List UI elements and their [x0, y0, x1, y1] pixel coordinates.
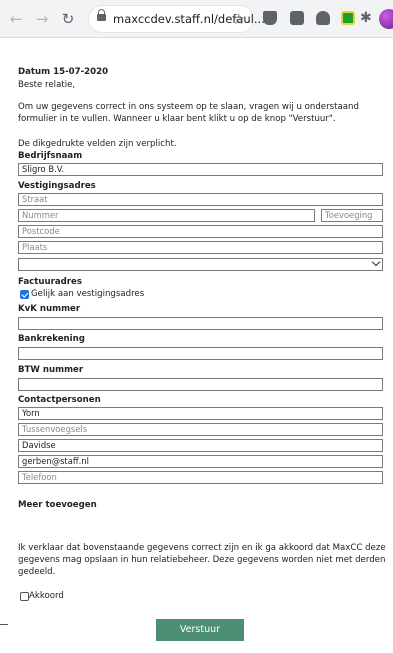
phone-field[interactable]: Telefoon — [18, 471, 383, 484]
submit-button[interactable]: Verstuur — [156, 619, 244, 641]
company-label: Bedrijfsnaam — [18, 151, 83, 161]
required-note: De dikgedrukte velden zijn verplicht. — [18, 139, 177, 149]
vat-number-field[interactable] — [18, 378, 383, 391]
intro-text-line1: Om uw gegevens correct in ons systeem op… — [18, 102, 359, 112]
contacts-label: Contactpersonen — [18, 395, 101, 405]
same-address-checkbox[interactable] — [20, 290, 29, 299]
invoice-label: Factuuradres — [18, 277, 82, 287]
consent-text-line2: gegevens mag opslaan in hun relatiebehee… — [18, 555, 386, 565]
email-field[interactable]: gerben@staff.nl — [18, 455, 383, 468]
city-field[interactable]: Plaats — [18, 241, 383, 254]
puzzle-extensions-icon[interactable]: ✱ — [360, 10, 374, 26]
extension-icon[interactable] — [316, 11, 330, 25]
bank-account-field[interactable] — [18, 347, 383, 360]
agree-checkbox[interactable] — [20, 592, 29, 601]
address-bar[interactable]: maxccdev.staff.nl/defaul... — [88, 5, 265, 33]
add-more-link[interactable]: Meer toevoegen — [18, 500, 97, 511]
kvk-field[interactable] — [18, 317, 383, 330]
agree-label: Akkoord — [29, 591, 64, 601]
bookmark-star-icon[interactable]: ☆ — [232, 9, 245, 29]
forward-arrow-icon[interactable]: → — [32, 9, 52, 29]
same-address-label: Gelijk aan vestigingsadres — [31, 289, 145, 299]
extension-icon[interactable] — [341, 11, 355, 25]
country-select[interactable] — [18, 258, 383, 271]
chevron-down-icon — [371, 259, 381, 267]
profile-avatar[interactable] — [379, 9, 393, 29]
reload-icon[interactable]: ↻ — [58, 9, 78, 29]
company-name-field[interactable]: Sligro B.V. — [18, 163, 383, 176]
browser-toolbar: ← → ↻ maxccdev.staff.nl/defaul... ☆ ✱ — [0, 0, 393, 38]
lock-icon — [97, 9, 106, 21]
date-line: Datum 15-07-2020 — [18, 67, 109, 77]
number-field[interactable]: Nummer — [18, 209, 315, 222]
postcode-field[interactable]: Postcode — [18, 225, 383, 238]
addition-field[interactable]: Toevoeging — [321, 209, 383, 222]
kvk-label: KvK nummer — [18, 304, 81, 314]
first-name-field[interactable]: Yorn — [18, 407, 383, 420]
back-arrow-icon[interactable]: ← — [6, 9, 26, 29]
consent-text-line1: Ik verklaar dat bovenstaande gegevens co… — [18, 543, 386, 553]
vat-label: BTW nummer — [18, 365, 84, 375]
consent-text-line3: gedeeld. — [18, 567, 56, 577]
extension-icon[interactable] — [290, 11, 304, 25]
bank-label: Bankrekening — [18, 334, 85, 344]
divider — [0, 624, 8, 625]
street-field[interactable]: Straat — [18, 193, 383, 206]
greeting: Beste relatie, — [18, 80, 76, 90]
intro-text-line2: formulier in te vullen. Wanneer u klaar … — [18, 114, 336, 124]
extension-icon[interactable] — [263, 11, 277, 25]
location-label: Vestigingsadres — [18, 181, 96, 191]
last-name-field[interactable]: Davidse — [18, 439, 383, 452]
infix-field[interactable]: Tussenvoegsels — [18, 423, 383, 436]
